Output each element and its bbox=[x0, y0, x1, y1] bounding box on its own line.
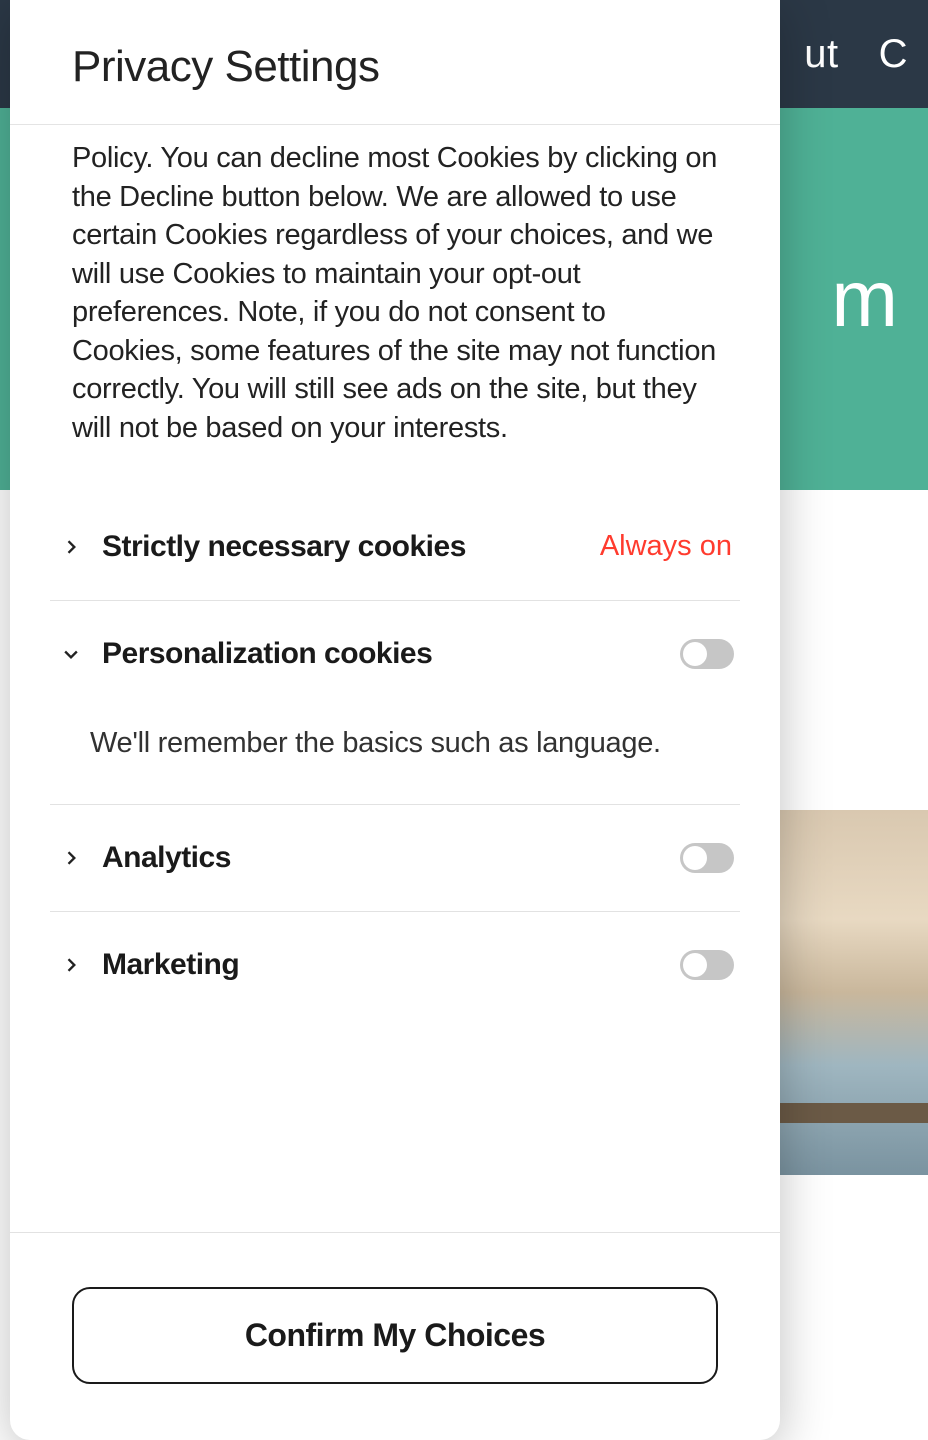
category-header[interactable]: Marketing bbox=[50, 948, 740, 982]
hero-text-partial: m bbox=[831, 253, 898, 345]
category-description: We'll remember the basics such as langua… bbox=[50, 671, 740, 768]
cookie-category-list: Strictly necessary cookies Always on Per… bbox=[50, 466, 740, 1018]
category-title: Strictly necessary cookies bbox=[102, 530, 580, 564]
category-title: Marketing bbox=[102, 948, 660, 982]
modal-footer: Confirm My Choices bbox=[10, 1232, 780, 1440]
category-header[interactable]: Analytics bbox=[50, 841, 740, 875]
category-personalization: Personalization cookies We'll remember t… bbox=[50, 601, 740, 805]
policy-description: Policy. You can decline most Cookies by … bbox=[50, 125, 740, 466]
background-photo bbox=[778, 810, 928, 1175]
category-strictly-necessary: Strictly necessary cookies Always on bbox=[50, 466, 740, 601]
modal-header: Privacy Settings bbox=[10, 0, 780, 125]
category-header[interactable]: Personalization cookies bbox=[50, 637, 740, 671]
toggle-knob bbox=[683, 642, 707, 666]
toggle-knob bbox=[683, 846, 707, 870]
category-title: Analytics bbox=[102, 841, 660, 875]
modal-title: Privacy Settings bbox=[72, 42, 718, 92]
confirm-choices-button[interactable]: Confirm My Choices bbox=[72, 1287, 718, 1384]
nav-item-partial: C bbox=[879, 32, 908, 77]
category-analytics: Analytics bbox=[50, 805, 740, 912]
chevron-down-icon bbox=[60, 643, 82, 665]
marketing-toggle[interactable] bbox=[680, 950, 734, 980]
modal-body[interactable]: Policy. You can decline most Cookies by … bbox=[10, 125, 780, 1232]
category-header[interactable]: Strictly necessary cookies Always on bbox=[50, 530, 740, 564]
category-marketing: Marketing bbox=[50, 912, 740, 1018]
nav-item-partial: ut bbox=[804, 32, 838, 77]
chevron-right-icon bbox=[60, 536, 82, 558]
always-on-label: Always on bbox=[600, 530, 740, 563]
category-title: Personalization cookies bbox=[102, 637, 660, 671]
personalization-toggle[interactable] bbox=[680, 639, 734, 669]
chevron-right-icon bbox=[60, 847, 82, 869]
privacy-settings-modal: Privacy Settings Policy. You can decline… bbox=[10, 0, 780, 1440]
chevron-right-icon bbox=[60, 954, 82, 976]
analytics-toggle[interactable] bbox=[680, 843, 734, 873]
toggle-knob bbox=[683, 953, 707, 977]
